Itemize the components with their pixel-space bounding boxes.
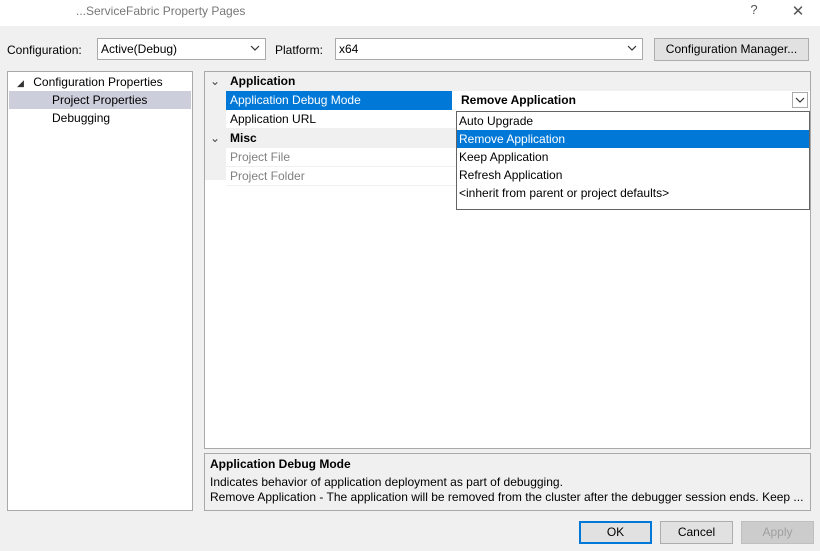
description-line-1: Indicates behavior of application deploy… — [210, 475, 563, 489]
title-bar: ...ServiceFabric Property Pages ? ✕ — [0, 0, 820, 26]
property-name: Application URL — [230, 112, 317, 126]
dropdown-button[interactable] — [792, 92, 808, 108]
category-label: Application — [230, 74, 296, 88]
tree-item-label: Debugging — [52, 111, 111, 125]
debug-mode-dropdown: Auto Upgrade Remove Application Keep App… — [456, 111, 810, 210]
property-name: Project File — [230, 150, 291, 164]
option-refresh-application[interactable]: Refresh Application — [457, 166, 809, 184]
settings-tree: ◢ Configuration Properties Project Prope… — [7, 71, 193, 511]
debug-mode-value: Remove Application — [461, 93, 576, 107]
tree-item-project-properties[interactable]: Project Properties — [9, 91, 191, 109]
chevron-down-icon — [627, 45, 637, 51]
tree-item-label: Project Properties — [52, 93, 148, 107]
expanded-triangle-icon: ◢ — [17, 78, 24, 88]
chevron-down-icon — [795, 97, 805, 103]
option-auto-upgrade[interactable]: Auto Upgrade — [457, 112, 809, 130]
configuration-manager-button[interactable]: Configuration Manager... — [654, 38, 809, 61]
window-title: ...ServiceFabric Property Pages — [76, 4, 246, 18]
chevron-down-icon: ⌄ — [210, 131, 221, 145]
description-line-2: Remove Application - The application wil… — [210, 490, 804, 504]
tree-root-label: Configuration Properties — [33, 75, 163, 89]
tree-root[interactable]: ◢ Configuration Properties — [17, 73, 163, 91]
cancel-button[interactable]: Cancel — [660, 521, 733, 544]
option-inherit[interactable]: <inherit from parent or project defaults… — [457, 184, 809, 202]
configuration-label: Configuration: — [7, 43, 82, 57]
property-name: Project Folder — [230, 169, 305, 183]
configuration-value: Active(Debug) — [101, 42, 178, 56]
platform-label: Platform: — [275, 43, 324, 57]
category-label: Misc — [230, 131, 257, 145]
apply-button[interactable]: Apply — [741, 521, 814, 544]
platform-value: x64 — [339, 42, 359, 56]
close-button[interactable]: ✕ — [787, 1, 809, 23]
configuration-select[interactable]: Active(Debug) — [97, 38, 266, 60]
chevron-down-icon — [250, 45, 260, 51]
ok-button[interactable]: OK — [579, 521, 652, 544]
debug-mode-value-editor[interactable]: Remove Application — [456, 91, 810, 110]
description-title: Application Debug Mode — [210, 457, 351, 471]
option-remove-application[interactable]: Remove Application — [457, 130, 809, 148]
property-name: Application Debug Mode — [226, 91, 452, 110]
category-application[interactable]: ⌄ Application — [205, 72, 810, 91]
help-button[interactable]: ? — [744, 2, 764, 22]
platform-select[interactable]: x64 — [335, 38, 643, 60]
option-keep-application[interactable]: Keep Application — [457, 148, 809, 166]
chevron-down-icon: ⌄ — [210, 74, 221, 88]
tree-item-debugging[interactable]: Debugging — [52, 109, 110, 127]
description-panel: Application Debug Mode Indicates behavio… — [204, 453, 811, 511]
